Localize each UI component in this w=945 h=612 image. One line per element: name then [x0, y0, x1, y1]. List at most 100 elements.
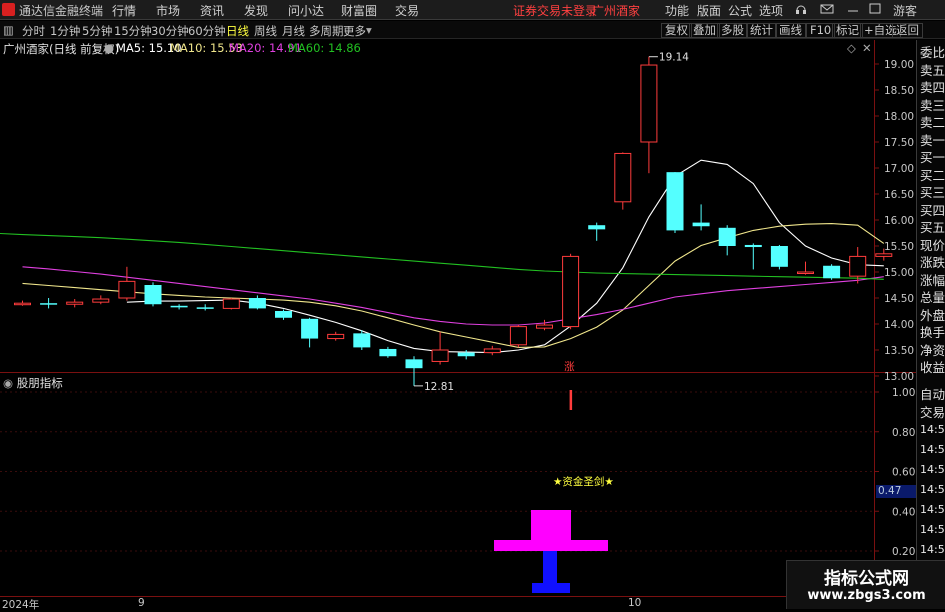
candle-up — [797, 261, 814, 275]
ma-line-ma60 — [0, 232, 884, 280]
side-panel-item[interactable]: 卖五 — [920, 60, 945, 79]
side-panel-item[interactable]: 买三 — [920, 182, 945, 201]
candle-body — [849, 255, 867, 277]
price-tick-label: 13.00 — [884, 371, 914, 383]
candle-up — [431, 331, 449, 365]
high-label: 19.14 — [659, 52, 689, 64]
side-panel-trade-item[interactable]: 自动 — [920, 384, 945, 403]
candle-body — [744, 244, 762, 248]
date-axis: 2024年 9 10 — [0, 596, 916, 611]
side-panel-item[interactable]: 卖一 — [920, 130, 945, 149]
side-panel-item[interactable]: 涨幅 — [920, 270, 945, 289]
candle-body — [14, 302, 31, 306]
candle-body — [118, 280, 136, 299]
side-panel-item[interactable]: 现价 — [920, 235, 945, 254]
candle-body — [483, 348, 501, 354]
candle-body — [92, 298, 110, 303]
candle-body — [222, 298, 240, 309]
tick-time: 14:56 — [920, 543, 945, 556]
candle-body — [640, 64, 658, 143]
candles — [14, 56, 893, 387]
indicator-tick-label: 1.00 — [892, 387, 915, 399]
candle-down — [405, 356, 423, 386]
side-panel-item[interactable]: 买五 — [920, 217, 945, 236]
price-tick-label: 14.00 — [884, 319, 914, 331]
ma-line-ma5 — [126, 159, 884, 354]
candle-body — [327, 333, 345, 340]
side-panel-item[interactable]: 收益 — [920, 357, 945, 376]
ma-lines — [0, 159, 885, 354]
candle-up — [222, 298, 240, 310]
candle-down — [170, 304, 188, 310]
indicator-tick-label: 0.80 — [892, 427, 915, 439]
candle-down — [248, 295, 266, 310]
chart-grid — [0, 40, 916, 596]
rise-marker: 涨 — [564, 361, 575, 373]
tick-time: 14:56 — [920, 523, 945, 536]
candle-down — [457, 350, 475, 360]
candle-body — [588, 225, 606, 230]
price-tick-label: 15.00 — [884, 267, 914, 279]
candle-body — [40, 303, 58, 305]
candle-down — [196, 304, 214, 311]
candle-down — [588, 222, 606, 241]
side-panel-item[interactable]: 涨跌 — [920, 252, 945, 271]
candle-body — [431, 349, 449, 362]
candle-body — [170, 305, 188, 308]
side-panel-item[interactable]: 买二 — [920, 165, 945, 184]
tick-time: 14:56 — [920, 423, 945, 436]
side-panel-item[interactable]: 换手 — [920, 322, 945, 341]
side-panel-item[interactable]: 委比 — [920, 42, 945, 61]
candle-up — [509, 325, 527, 348]
candle-down — [823, 264, 841, 280]
candle-body — [823, 265, 841, 279]
candle-down — [379, 346, 397, 358]
price-tick-label: 16.50 — [884, 189, 914, 201]
candle-up — [483, 345, 501, 356]
side-panel-item[interactable]: 净资 — [920, 340, 945, 359]
signal-label: ★资金圣剑★ — [553, 475, 614, 488]
indicator-tick-label: 0.20 — [892, 546, 915, 558]
side-panel-item[interactable]: 卖四 — [920, 77, 945, 96]
tick-time: 14:56 — [920, 463, 945, 476]
side-panel-item[interactable]: 买四 — [920, 200, 945, 219]
price-tick-label: 13.50 — [884, 345, 914, 357]
candle-body — [718, 227, 736, 246]
candle-body — [875, 253, 893, 257]
candle-body — [405, 359, 423, 369]
indicator-plot: 1.00 0.80 0.60 0.40 0.20 — [0, 387, 915, 593]
side-panel-item[interactable]: 卖二 — [920, 112, 945, 131]
candle-down — [301, 317, 319, 348]
candle-body — [692, 222, 710, 227]
price-tick-label: 18.50 — [884, 85, 914, 97]
side-panel-item[interactable]: 外盘 — [920, 305, 945, 324]
side-panel-item[interactable]: 卖三 — [920, 95, 945, 114]
chart-area: 19.00 18.50 18.00 17.50 17.00 16.50 16.00 15.50… — [0, 40, 916, 596]
side-panel-trade-item[interactable]: 交易 — [920, 402, 945, 421]
signal-hilt-top — [531, 510, 571, 540]
watermark-url: www.zbgs3.com — [807, 588, 926, 603]
side-panel-item[interactable]: 买一 — [920, 147, 945, 166]
candle-down — [40, 298, 58, 309]
signal-blade — [543, 551, 557, 583]
candle-up — [640, 56, 658, 174]
candle-down — [666, 172, 684, 233]
candle-up — [14, 300, 31, 306]
candle-body — [797, 271, 814, 274]
candle-body — [457, 352, 475, 357]
x-label-oct: 10 — [628, 597, 642, 609]
candle-body — [248, 298, 266, 309]
price-tick-label: 16.00 — [884, 215, 914, 227]
candle-down — [275, 309, 292, 320]
signal-guard — [494, 540, 608, 551]
candle-body — [196, 307, 214, 309]
signal-red-bar — [569, 390, 573, 410]
tick-time: 14:56 — [920, 503, 945, 516]
candle-up — [536, 319, 553, 331]
indicator-current-badge: 0.47 — [876, 485, 916, 498]
candle-body — [379, 348, 397, 357]
indicator-tick-label: 0.60 — [892, 467, 915, 479]
candle-down — [692, 204, 710, 231]
signal-base — [532, 583, 570, 593]
side-panel-item[interactable]: 总量 — [920, 287, 945, 306]
